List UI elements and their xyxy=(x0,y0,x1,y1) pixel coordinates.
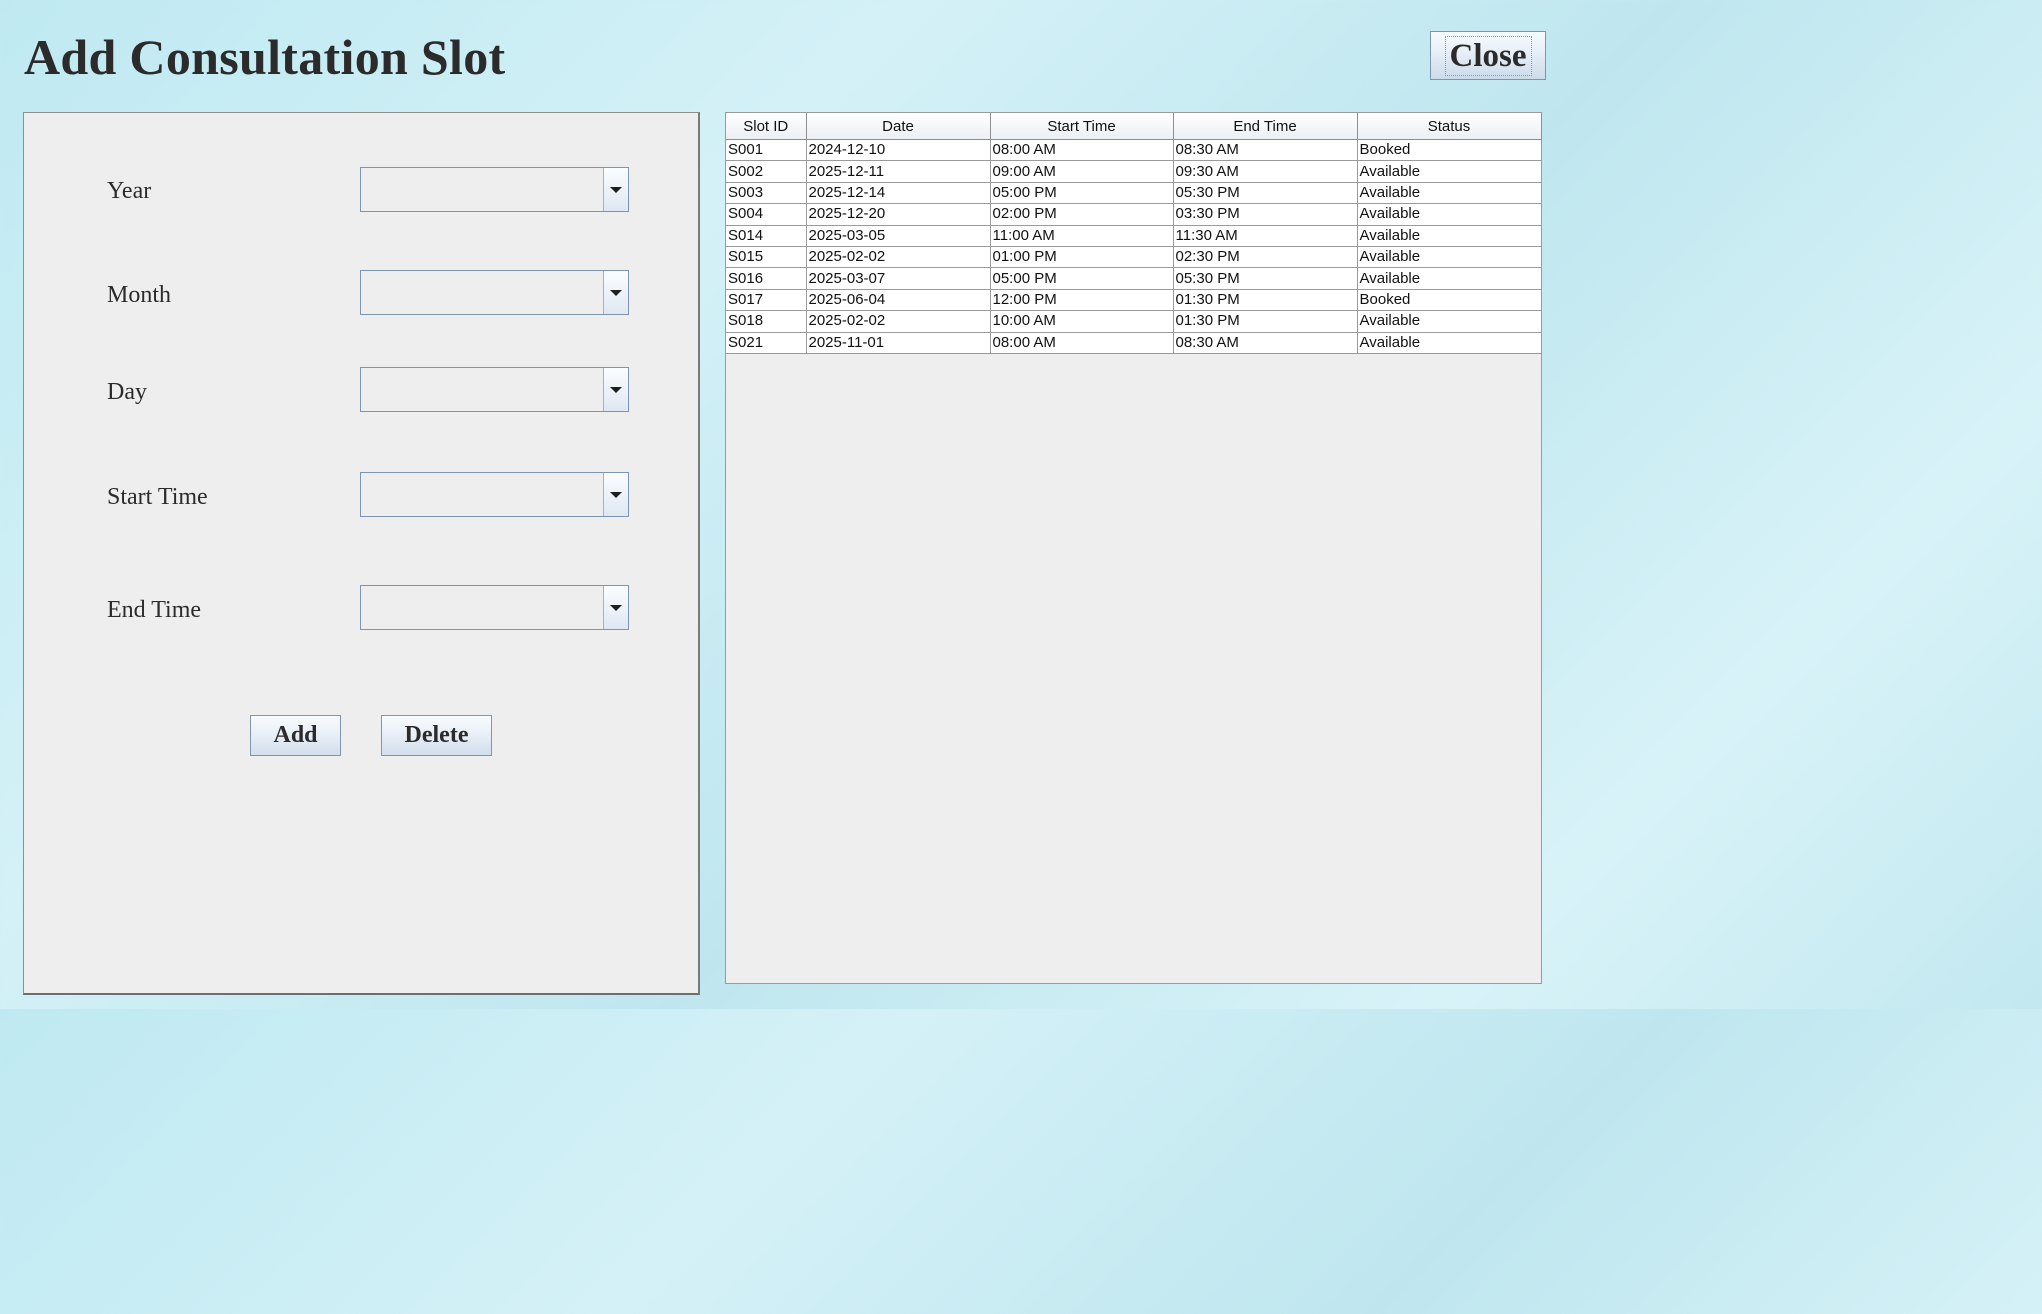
cell-slot-id: S018 xyxy=(726,310,807,333)
cell-end-time: 01:30 PM xyxy=(1172,310,1358,333)
cell-end-time: 05:30 PM xyxy=(1172,267,1358,290)
slot-form-panel: Year Month Day Start Time End Time Add D… xyxy=(23,112,700,995)
cell-slot-id: S003 xyxy=(726,181,807,205)
table-row[interactable]: S002 2025-12-11 09:00 AM 09:30 AM Availa… xyxy=(726,160,1542,183)
cell-slot-id: S021 xyxy=(726,331,807,354)
cell-status: Available xyxy=(1356,310,1542,333)
column-header-status[interactable]: Status xyxy=(1356,113,1542,140)
cell-status: Available xyxy=(1356,181,1542,205)
slots-table: Slot ID Date Start Time End Time Status … xyxy=(726,113,1542,354)
cell-slot-id: S014 xyxy=(726,224,807,247)
day-dropdown[interactable] xyxy=(360,367,629,412)
cell-end-time: 02:30 PM xyxy=(1172,245,1358,269)
table-row[interactable]: S018 2025-02-02 10:00 AM 01:30 PM Availa… xyxy=(726,310,1542,333)
start-time-label: Start Time xyxy=(107,484,208,510)
cell-status: Available xyxy=(1356,331,1542,354)
cell-status: Booked xyxy=(1356,288,1542,312)
cell-date: 2025-03-07 xyxy=(805,267,991,290)
table-header-row: Slot ID Date Start Time End Time Status xyxy=(726,113,1542,140)
cell-date: 2025-02-02 xyxy=(805,245,991,269)
cell-start-time: 08:00 AM xyxy=(989,331,1174,354)
table-row[interactable]: S015 2025-02-02 01:00 PM 02:30 PM Availa… xyxy=(726,245,1542,269)
column-header-slot-id[interactable]: Slot ID xyxy=(726,113,807,140)
cell-start-time: 08:00 AM xyxy=(989,138,1174,162)
chevron-down-icon[interactable] xyxy=(603,473,628,516)
cell-slot-id: S017 xyxy=(726,288,807,312)
cell-end-time: 05:30 PM xyxy=(1172,181,1358,205)
cell-date: 2025-12-20 xyxy=(805,203,991,226)
cell-end-time: 11:30 AM xyxy=(1172,224,1358,247)
cell-start-time: 02:00 PM xyxy=(989,203,1174,226)
cell-date: 2025-11-01 xyxy=(805,331,991,354)
cell-slot-id: S016 xyxy=(726,267,807,290)
cell-start-time: 05:00 PM xyxy=(989,267,1174,290)
cell-date: 2025-12-14 xyxy=(805,181,991,205)
cell-end-time: 08:30 AM xyxy=(1172,138,1358,162)
month-dropdown[interactable] xyxy=(360,270,629,315)
table-row[interactable]: S014 2025-03-05 11:00 AM 11:30 AM Availa… xyxy=(726,224,1542,247)
add-button[interactable]: Add xyxy=(250,715,341,756)
chevron-down-icon[interactable] xyxy=(603,168,628,211)
cell-end-time: 08:30 AM xyxy=(1172,331,1358,354)
cell-date: 2025-03-05 xyxy=(805,224,991,247)
close-button[interactable]: Close xyxy=(1430,31,1546,80)
table-row[interactable]: S016 2025-03-07 05:00 PM 05:30 PM Availa… xyxy=(726,267,1542,290)
cell-start-time: 12:00 PM xyxy=(989,288,1174,312)
column-header-date[interactable]: Date xyxy=(805,113,991,140)
year-dropdown[interactable] xyxy=(360,167,629,212)
chevron-down-icon[interactable] xyxy=(603,368,628,411)
column-header-start-time[interactable]: Start Time xyxy=(989,113,1174,140)
cell-status: Available xyxy=(1356,160,1542,183)
cell-start-time: 11:00 AM xyxy=(989,224,1174,247)
cell-status: Available xyxy=(1356,267,1542,290)
cell-start-time: 09:00 AM xyxy=(989,160,1174,183)
cell-slot-id: S004 xyxy=(726,203,807,226)
table-row[interactable]: S017 2025-06-04 12:00 PM 01:30 PM Booked xyxy=(726,288,1542,312)
cell-slot-id: S001 xyxy=(726,138,807,162)
cell-end-time: 09:30 AM xyxy=(1172,160,1358,183)
column-header-end-time[interactable]: End Time xyxy=(1172,113,1358,140)
cell-start-time: 01:00 PM xyxy=(989,245,1174,269)
slots-table-panel: Slot ID Date Start Time End Time Status … xyxy=(725,112,1542,984)
day-label: Day xyxy=(107,379,147,405)
cell-slot-id: S002 xyxy=(726,160,807,183)
end-time-dropdown[interactable] xyxy=(360,585,629,630)
page-title: Add Consultation Slot xyxy=(24,29,506,85)
table-row[interactable]: S003 2025-12-14 05:00 PM 05:30 PM Availa… xyxy=(726,181,1542,205)
month-label: Month xyxy=(107,282,172,308)
start-time-dropdown[interactable] xyxy=(360,472,629,517)
cell-status: Booked xyxy=(1356,138,1542,162)
table-row[interactable]: S004 2025-12-20 02:00 PM 03:30 PM Availa… xyxy=(726,203,1542,226)
cell-start-time: 10:00 AM xyxy=(989,310,1174,333)
table-row[interactable]: S021 2025-11-01 08:00 AM 08:30 AM Availa… xyxy=(726,331,1542,354)
cell-status: Available xyxy=(1356,224,1542,247)
delete-button[interactable]: Delete xyxy=(381,715,492,756)
table-row[interactable]: S001 2024-12-10 08:00 AM 08:30 AM Booked xyxy=(726,138,1542,162)
close-button-label: Close xyxy=(1444,35,1532,76)
cell-status: Available xyxy=(1356,245,1542,269)
cell-date: 2025-02-02 xyxy=(805,310,991,333)
year-label: Year xyxy=(107,178,152,204)
chevron-down-icon[interactable] xyxy=(603,271,628,314)
cell-start-time: 05:00 PM xyxy=(989,181,1174,205)
cell-end-time: 03:30 PM xyxy=(1172,203,1358,226)
cell-status: Available xyxy=(1356,203,1542,226)
cell-end-time: 01:30 PM xyxy=(1172,288,1358,312)
chevron-down-icon[interactable] xyxy=(603,586,628,629)
end-time-label: End Time xyxy=(107,597,202,623)
cell-date: 2025-06-04 xyxy=(805,288,991,312)
cell-date: 2024-12-10 xyxy=(805,138,991,162)
cell-slot-id: S015 xyxy=(726,245,807,269)
cell-date: 2025-12-11 xyxy=(805,160,991,183)
